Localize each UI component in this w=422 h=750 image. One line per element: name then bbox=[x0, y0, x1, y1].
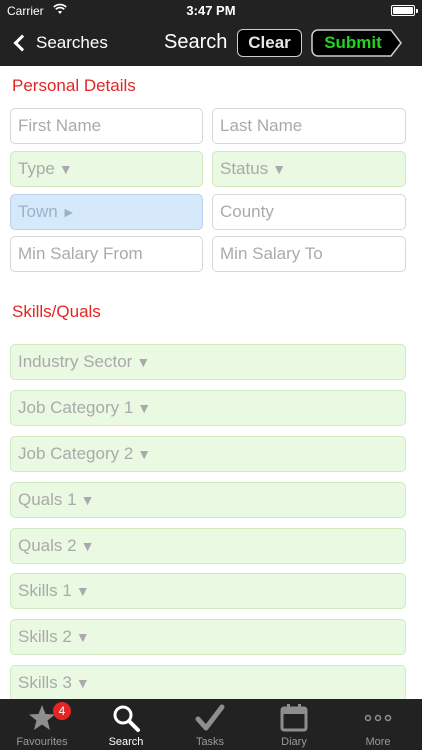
page-title: Search bbox=[164, 31, 228, 53]
quals-2-label: Quals 2 bbox=[18, 536, 77, 555]
type-dropdown[interactable]: Type ▼ bbox=[10, 151, 203, 187]
clock-label: 3:47 PM bbox=[186, 3, 236, 18]
dropdown-triangle-icon: ▼ bbox=[58, 161, 73, 177]
first-name-field[interactable]: First Name bbox=[10, 108, 203, 144]
section-title-personal-details: Personal Details bbox=[12, 76, 136, 95]
dropdown-triangle-icon: ▼ bbox=[137, 446, 152, 462]
job-category-2-label: Job Category 2 bbox=[18, 444, 134, 463]
last-name-placeholder: Last Name bbox=[220, 116, 303, 135]
more-dots-icon bbox=[364, 714, 392, 722]
chevron-left-icon bbox=[13, 34, 31, 52]
status-label: Status bbox=[220, 159, 269, 178]
arrow-right-icon: ► bbox=[61, 204, 76, 220]
checkmark-icon bbox=[195, 704, 225, 731]
battery-icon bbox=[391, 5, 418, 16]
back-button-label: Searches bbox=[36, 33, 108, 52]
search-icon bbox=[113, 705, 140, 732]
submit-button[interactable]: Submit bbox=[311, 29, 403, 57]
skills-1-label: Skills 1 bbox=[18, 581, 72, 600]
tab-more[interactable]: More bbox=[336, 699, 420, 750]
tab-diary-label: Diary bbox=[281, 736, 307, 748]
county-field[interactable]: County bbox=[212, 194, 406, 230]
dropdown-triangle-icon: ▼ bbox=[80, 492, 95, 508]
skills-3-label: Skills 3 bbox=[18, 673, 72, 692]
dropdown-triangle-icon: ▼ bbox=[75, 629, 90, 645]
status-dropdown[interactable]: Status ▼ bbox=[212, 151, 406, 187]
industry-sector-label: Industry Sector bbox=[18, 352, 133, 371]
industry-sector-dropdown[interactable]: Industry Sector ▼ bbox=[10, 344, 406, 380]
tab-bar: 4 Favourites Search Tasks Diary More bbox=[0, 699, 422, 750]
dropdown-triangle-icon: ▼ bbox=[80, 538, 95, 554]
last-name-field[interactable]: Last Name bbox=[212, 108, 406, 144]
job-category-1-label: Job Category 1 bbox=[18, 398, 134, 417]
min-salary-from-placeholder: Min Salary From bbox=[18, 244, 143, 263]
job-category-1-dropdown[interactable]: Job Category 1 ▼ bbox=[10, 390, 406, 426]
dropdown-triangle-icon: ▼ bbox=[272, 161, 287, 177]
first-name-placeholder: First Name bbox=[18, 116, 102, 135]
favourites-badge: 4 bbox=[53, 702, 71, 720]
tab-tasks-label: Tasks bbox=[195, 736, 225, 748]
town-selector[interactable]: Town ► bbox=[10, 194, 203, 230]
min-salary-to-placeholder: Min Salary To bbox=[220, 244, 323, 263]
clear-button[interactable]: Clear bbox=[237, 29, 302, 57]
town-label: Town bbox=[18, 202, 58, 221]
tab-diary[interactable]: Diary bbox=[252, 699, 336, 750]
quals-2-dropdown[interactable]: Quals 2 ▼ bbox=[10, 528, 406, 564]
section-title-skills-quals: Skills/Quals bbox=[12, 302, 101, 321]
calendar-icon bbox=[280, 704, 308, 732]
tab-favourites-label: Favourites bbox=[16, 736, 68, 748]
tab-search[interactable]: Search bbox=[84, 699, 168, 750]
min-salary-from-field[interactable]: Min Salary From bbox=[10, 236, 203, 272]
county-placeholder: County bbox=[220, 202, 274, 221]
navigation-bar: Carrier 3:47 PM Searches Search Clear Su… bbox=[0, 0, 422, 66]
quals-1-dropdown[interactable]: Quals 1 ▼ bbox=[10, 482, 406, 518]
skills-2-dropdown[interactable]: Skills 2 ▼ bbox=[10, 619, 406, 655]
skills-1-dropdown[interactable]: Skills 1 ▼ bbox=[10, 573, 406, 609]
dropdown-triangle-icon: ▼ bbox=[75, 583, 90, 599]
back-button[interactable]: Searches bbox=[10, 30, 108, 56]
skills-3-dropdown[interactable]: Skills 3 ▼ bbox=[10, 665, 406, 701]
dropdown-triangle-icon: ▼ bbox=[137, 400, 152, 416]
tab-tasks[interactable]: Tasks bbox=[168, 699, 252, 750]
status-bar: Carrier 3:47 PM bbox=[0, 0, 422, 22]
dropdown-triangle-icon: ▼ bbox=[136, 354, 151, 370]
tab-favourites[interactable]: 4 Favourites bbox=[0, 699, 84, 750]
type-label: Type bbox=[18, 159, 55, 178]
quals-1-label: Quals 1 bbox=[18, 490, 77, 509]
tab-search-label: Search bbox=[108, 736, 144, 748]
submit-button-label: Submit bbox=[324, 33, 382, 52]
min-salary-to-field[interactable]: Min Salary To bbox=[212, 236, 406, 272]
dropdown-triangle-icon: ▼ bbox=[75, 675, 90, 691]
job-category-2-dropdown[interactable]: Job Category 2 ▼ bbox=[10, 436, 406, 472]
tab-more-label: More bbox=[365, 736, 391, 748]
skills-2-label: Skills 2 bbox=[18, 627, 72, 646]
